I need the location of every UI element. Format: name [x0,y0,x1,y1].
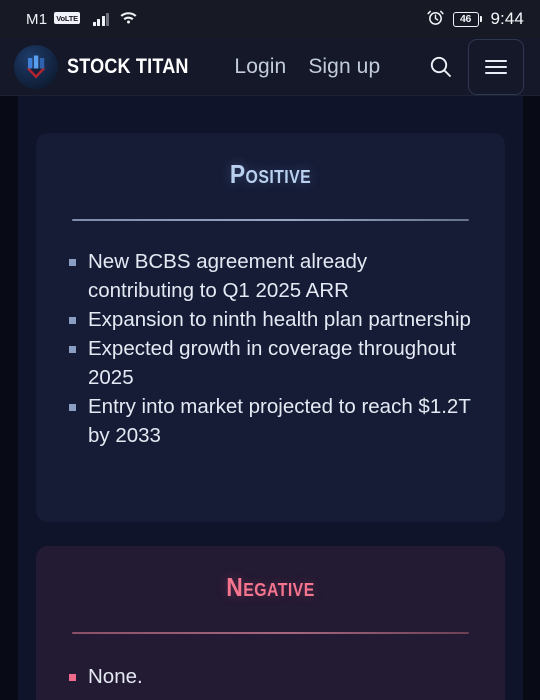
clock-label: 9:44 [490,9,524,28]
signal-bars-icon [92,12,110,26]
list-item: None. [64,662,475,691]
wifi-icon [119,10,138,28]
nav-link-signup[interactable]: Sign up [308,55,380,79]
positive-card-divider [72,219,469,221]
list-item: Expected growth in coverage throughout 2… [64,334,475,392]
negative-card-title: Negative [226,572,315,602]
status-bar: M1 VoLTE 46 9:44 [0,0,540,38]
negative-card-divider [72,632,469,634]
nav-link-login[interactable]: Login [234,55,286,79]
battery-icon: 46 [452,11,482,27]
battery-cap [479,16,482,22]
app-header: STOCK TITAN Login Sign up [0,38,540,96]
header-nav: Login Sign up [234,55,380,79]
negative-bullet-list: None. [64,662,475,691]
positive-bullet-list: New BCBS agreement already contributing … [64,247,475,450]
carrier-label: M1 [26,10,48,28]
search-icon[interactable] [426,52,456,82]
page-content: Positive New BCBS agreement already cont… [18,96,523,700]
list-item: Entry into market projected to reach $1.… [64,392,475,450]
positive-card-title: Positive [229,159,312,189]
status-bar-left: M1 VoLTE [26,10,138,28]
brand-home-link[interactable]: STOCK TITAN [14,44,208,89]
header-actions [426,38,524,95]
negative-card: Negative None. [36,546,505,700]
list-item: New BCBS agreement already contributing … [64,247,475,305]
alarm-clock-icon [426,9,444,30]
volte-badge: VoLTE [54,12,80,24]
list-item: Expansion to ninth health plan partnersh… [64,305,475,334]
battery-level-label: 46 [452,11,479,27]
stock-titan-logo-icon [14,44,58,89]
brand-name-label: STOCK TITAN [67,54,189,78]
positive-card: Positive New BCBS agreement already cont… [36,133,505,522]
status-bar-right: 46 9:44 [426,9,525,30]
hamburger-menu-icon[interactable] [468,38,524,95]
